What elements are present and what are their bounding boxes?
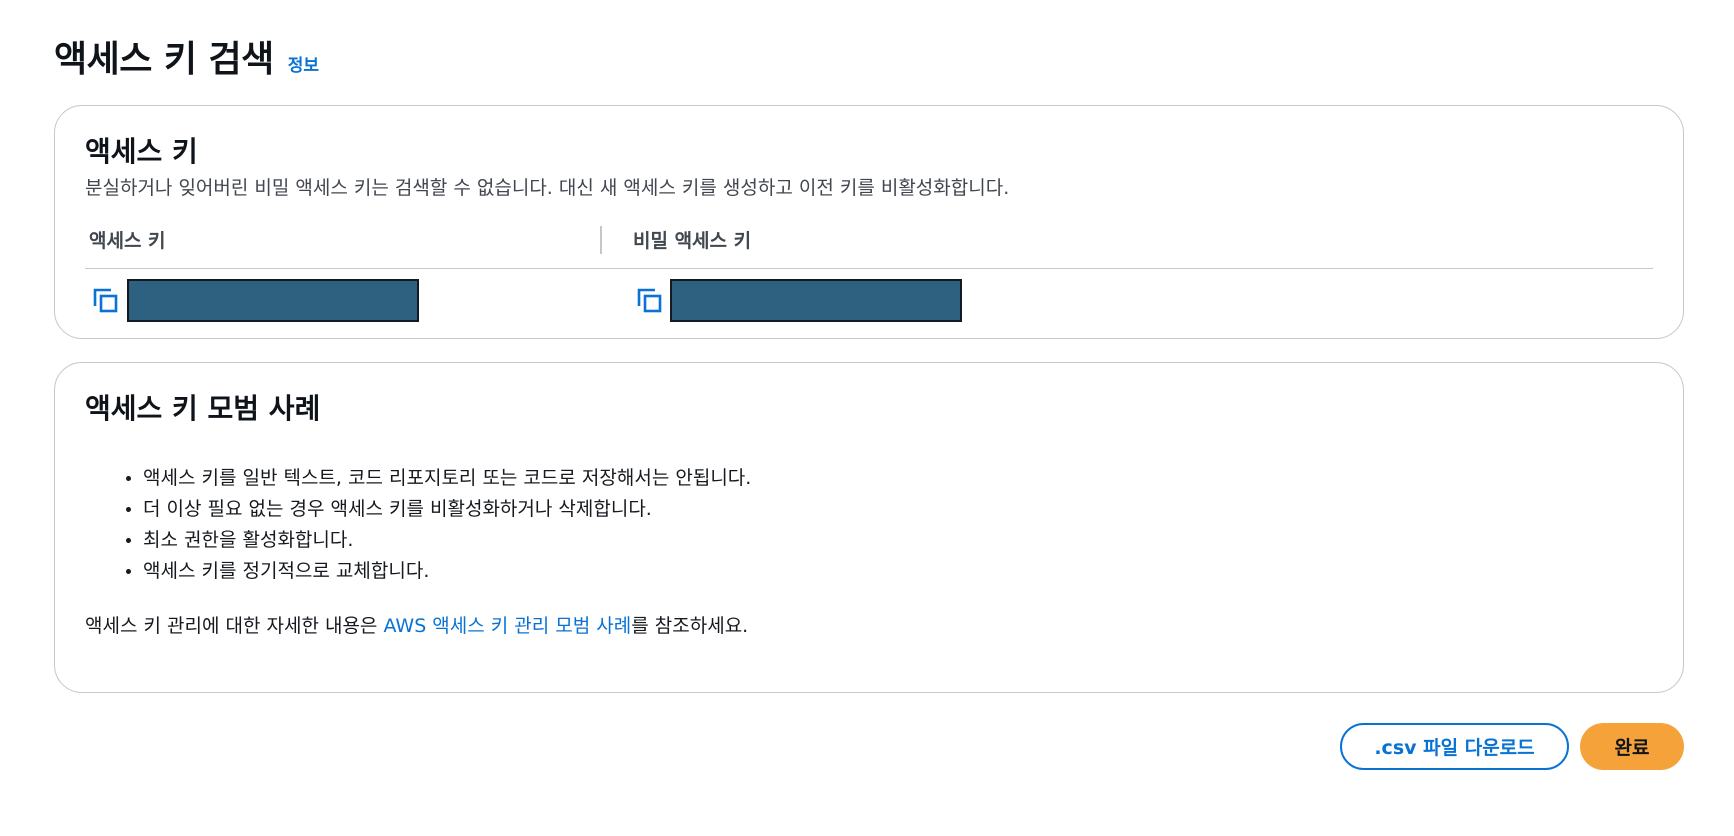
secret-access-key-value-redacted [670, 279, 962, 322]
info-link[interactable]: 정보 [288, 51, 319, 76]
best-practices-card: 액세스 키 모범 사례 액세스 키를 일반 텍스트, 코드 리포지토리 또는 코… [54, 362, 1684, 693]
best-practices-title: 액세스 키 모범 사례 [85, 392, 321, 425]
best-practices-footer: 액세스 키 관리에 대한 자세한 내용은 AWS 액세스 키 관리 모범 사례를… [85, 611, 748, 638]
aws-best-practices-link[interactable]: AWS 액세스 키 관리 모범 사례 [383, 615, 631, 637]
copy-icon [637, 288, 662, 313]
table-divider [85, 268, 1653, 269]
done-button[interactable]: 완료 [1580, 723, 1684, 770]
page-header: 액세스 키 검색 정보 [54, 30, 319, 82]
list-item: 더 이상 필요 없는 경우 액세스 키를 비활성화하거나 삭제합니다. [143, 494, 751, 525]
page-title: 액세스 키 검색 [54, 39, 274, 80]
list-item: 최소 권한을 활성화합니다. [143, 525, 751, 556]
list-item: 액세스 키를 일반 텍스트, 코드 리포지토리 또는 코드로 저장해서는 안됩니… [143, 463, 751, 494]
column-header-access-key: 액세스 키 [89, 230, 166, 252]
footer-prefix-text: 액세스 키 관리에 대한 자세한 내용은 [85, 615, 384, 637]
footer-suffix-text: 를 참조하세요. [631, 615, 749, 637]
copy-secret-access-key-button[interactable] [635, 286, 665, 316]
access-key-value-redacted [127, 279, 419, 322]
copy-icon [93, 288, 118, 313]
best-practices-list: 액세스 키를 일반 텍스트, 코드 리포지토리 또는 코드로 저장해서는 안됩니… [95, 463, 751, 587]
column-header-secret-access-key: 비밀 액세스 키 [633, 230, 752, 252]
copy-access-key-button[interactable] [91, 286, 121, 316]
access-keys-card: 액세스 키 분실하거나 잊어버린 비밀 액세스 키는 검색할 수 없습니다. 대… [54, 105, 1684, 339]
access-keys-description: 분실하거나 잊어버린 비밀 액세스 키는 검색할 수 없습니다. 대신 새 액세… [85, 177, 1010, 199]
list-item: 액세스 키를 정기적으로 교체합니다. [143, 556, 751, 587]
access-keys-title: 액세스 키 [85, 135, 198, 168]
download-csv-button[interactable]: .csv 파일 다운로드 [1340, 723, 1569, 770]
column-divider [600, 226, 602, 254]
